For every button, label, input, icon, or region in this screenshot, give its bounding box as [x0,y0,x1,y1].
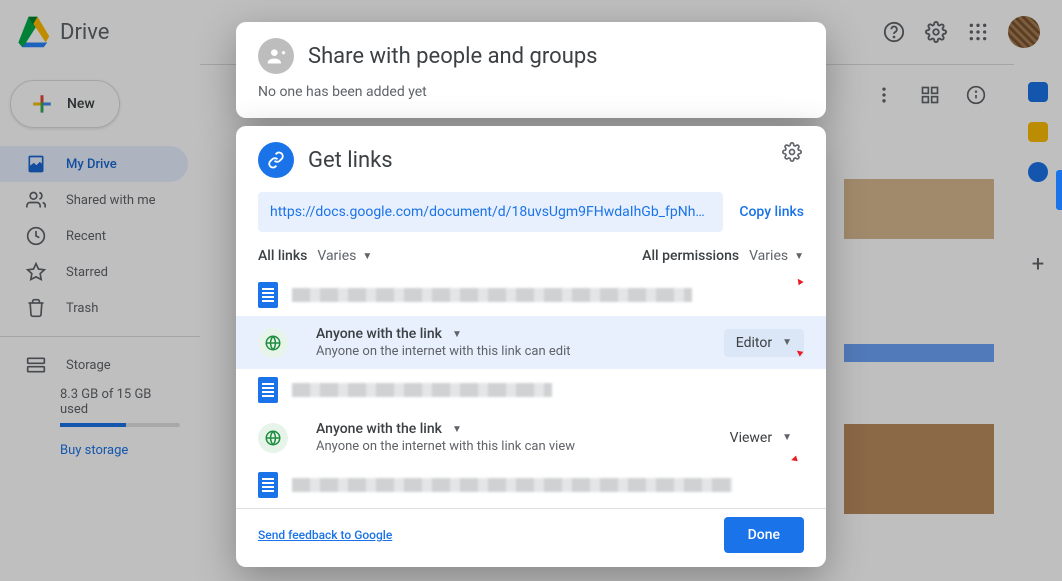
document-row[interactable] [236,274,826,316]
docs-icon [258,377,278,403]
caret-down-icon: ▼ [794,251,804,262]
docs-icon [258,282,278,308]
send-feedback-link[interactable]: Send feedback to Google [258,528,392,542]
copy-links-button[interactable]: Copy links [739,204,804,220]
globe-icon [258,423,288,453]
link-scope-description: Anyone on the internet with this link ca… [316,344,571,359]
document-row[interactable] [236,464,826,502]
all-permissions-label: All permissions [642,248,739,264]
link-role-dropdown[interactable]: Editor▼ [724,329,804,357]
globe-icon [258,328,288,358]
document-row[interactable] [236,369,826,411]
link-permission-row: Anyone with the link▼ Anyone on the inte… [236,411,826,464]
all-links-label: All links [258,248,307,264]
link-permission-row: Anyone with the link▼ Anyone on the inte… [236,316,826,369]
caret-down-icon: ▼ [452,329,462,340]
done-button[interactable]: Done [724,517,804,553]
document-title-redacted [292,478,732,492]
document-title-redacted [292,288,692,302]
share-dialog-subtitle: No one has been added yet [258,84,804,100]
person-add-icon [258,38,294,74]
document-title-redacted [292,383,552,397]
link-icon [258,142,294,178]
link-scope-dropdown[interactable]: Anyone with the link▼ [316,326,571,342]
caret-down-icon: ▼ [782,337,792,348]
link-settings-icon[interactable] [780,140,804,164]
get-links-card: Get links Copy links All links Varies▼ A… [236,126,826,567]
link-scope-description: Anyone on the internet with this link ca… [316,439,575,454]
all-permissions-dropdown[interactable]: Varies▼ [749,248,804,264]
all-links-dropdown[interactable]: Varies▼ [317,248,372,264]
link-role-dropdown[interactable]: Viewer▼ [718,424,804,452]
share-link-url[interactable] [258,192,723,232]
share-people-card: Share with people and groups No one has … [236,22,826,118]
caret-down-icon: ▼ [452,424,462,435]
caret-down-icon: ▼ [362,251,372,262]
caret-down-icon: ▼ [782,432,792,443]
link-scope-dropdown[interactable]: Anyone with the link▼ [316,421,575,437]
get-links-title: Get links [308,148,393,173]
docs-icon [258,472,278,498]
share-modal-overlay: Share with people and groups No one has … [0,0,1062,581]
share-dialog-title: Share with people and groups [308,44,598,69]
